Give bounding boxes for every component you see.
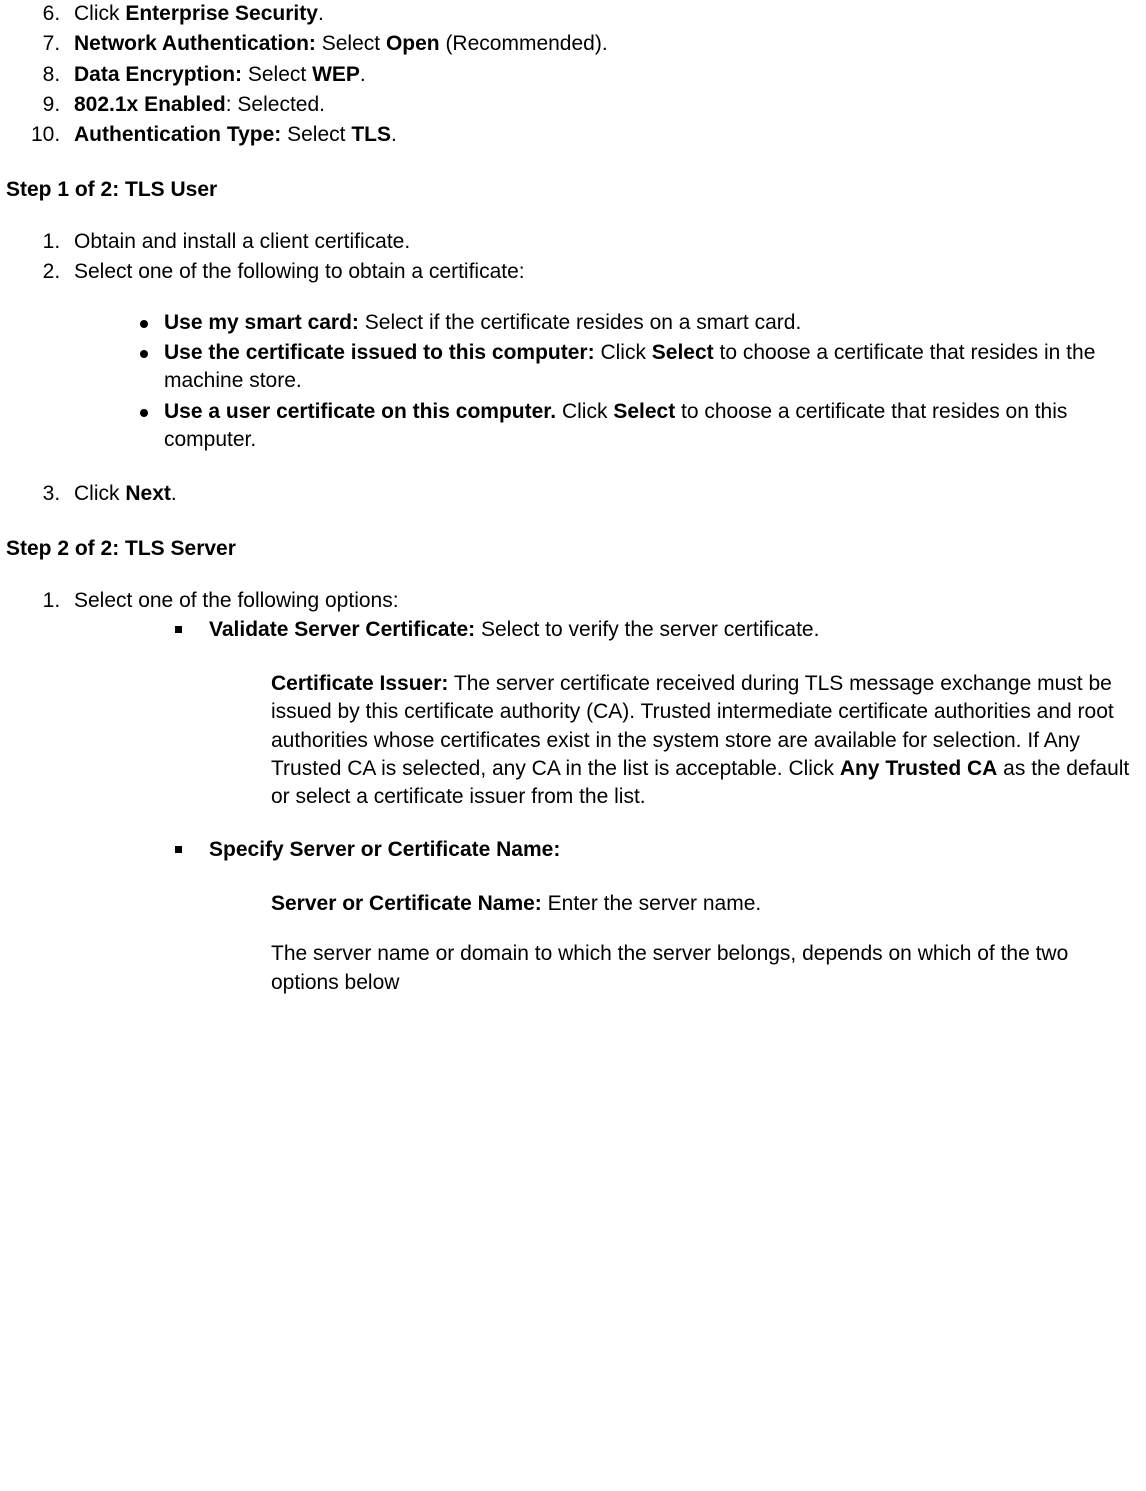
initial-ordered-list: Click Enterprise Security. Network Authe… xyxy=(0,0,1140,150)
text: Select one of the following to obtain a … xyxy=(74,260,525,283)
list-item: Specify Server or Certificate Name: Serv… xyxy=(169,836,1140,997)
bold-text: Select xyxy=(652,341,714,364)
text: Select one of the following options: xyxy=(74,589,399,612)
bold-text: Certificate Issuer: xyxy=(271,672,448,695)
certificate-options-list: Use my smart card: Select if the certifi… xyxy=(74,309,1140,455)
server-name-block: Server or Certificate Name: Enter the se… xyxy=(271,890,1140,997)
bold-text: Next xyxy=(125,482,171,505)
step2-heading: Step 2 of 2: TLS Server xyxy=(6,535,1140,563)
server-options-list: Validate Server Certificate: Select to v… xyxy=(74,616,1140,997)
list-item: Use a user certificate on this computer.… xyxy=(134,398,1140,455)
list-item: Validate Server Certificate: Select to v… xyxy=(169,616,1140,834)
text: Enter the server name. xyxy=(542,892,761,915)
list-item: Use the certificate issued to this compu… xyxy=(134,339,1140,396)
list-item-10: Authentication Type: Select TLS. xyxy=(66,121,1140,149)
text: . xyxy=(318,2,324,25)
bold-text: Authentication Type: xyxy=(74,123,281,146)
list-item: Obtain and install a client certificate. xyxy=(66,228,1140,256)
bold-text: Use the certificate issued to this compu… xyxy=(164,341,595,364)
bold-text: Validate Server Certificate: xyxy=(209,618,475,641)
bold-text: TLS xyxy=(351,123,391,146)
bold-text: Network Authentication: xyxy=(74,32,316,55)
step1-heading: Step 1 of 2: TLS User xyxy=(6,176,1140,204)
list-item-9: 802.1x Enabled: Selected. xyxy=(66,91,1140,119)
list-item-8: Data Encryption: Select WEP. xyxy=(66,61,1140,89)
document-body: Click Enterprise Security. Network Authe… xyxy=(0,0,1146,997)
bold-text: Enterprise Security xyxy=(125,2,318,25)
text: Click xyxy=(556,400,613,423)
bold-text: Data Encryption: xyxy=(74,63,242,86)
text: Click xyxy=(74,2,125,25)
bold-text: 802.1x Enabled xyxy=(74,93,226,116)
bold-text: Server or Certificate Name: xyxy=(271,892,542,915)
text: Click xyxy=(74,482,125,505)
text: . xyxy=(171,482,177,505)
list-item: Click Next. xyxy=(66,480,1140,508)
bold-text: WEP xyxy=(312,63,360,86)
text: Select xyxy=(281,123,351,146)
text: Select if the certificate resides on a s… xyxy=(359,311,801,334)
bold-text: Use a user certificate on this computer. xyxy=(164,400,556,423)
text: : Selected. xyxy=(226,93,325,116)
text: Obtain and install a client certificate. xyxy=(74,230,410,253)
list-item: Select one of the following options: Val… xyxy=(66,587,1140,997)
text: Select xyxy=(316,32,386,55)
bold-text: Select xyxy=(613,400,675,423)
step1-ordered-list: Obtain and install a client certificate.… xyxy=(0,228,1140,509)
text: . xyxy=(391,123,397,146)
text: Select xyxy=(242,63,312,86)
text: . xyxy=(360,63,366,86)
step2-ordered-list: Select one of the following options: Val… xyxy=(0,587,1140,997)
list-item: Use my smart card: Select if the certifi… xyxy=(134,309,1140,337)
text: The server name or domain to which the s… xyxy=(271,942,1068,993)
bold-text: Use my smart card: xyxy=(164,311,359,334)
list-item: Select one of the following to obtain a … xyxy=(66,258,1140,478)
text: (Recommended). xyxy=(440,32,608,55)
bold-text: Any Trusted CA xyxy=(840,757,998,780)
bold-text: Specify Server or Certificate Name: xyxy=(209,838,560,861)
bold-text: Open xyxy=(386,32,440,55)
text: Select to verify the server certificate. xyxy=(475,618,819,641)
list-item-6: Click Enterprise Security. xyxy=(66,0,1140,28)
certificate-issuer-block: Certificate Issuer: The server certifica… xyxy=(271,670,1140,812)
list-item-7: Network Authentication: Select Open (Rec… xyxy=(66,30,1140,58)
text: Click xyxy=(595,341,652,364)
